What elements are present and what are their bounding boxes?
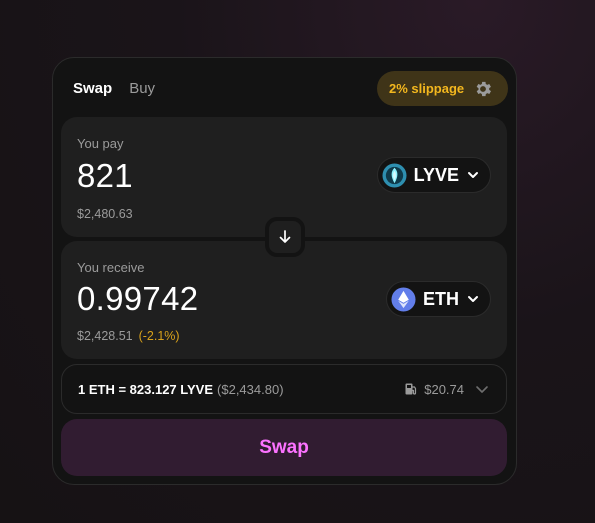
receive-panel: You receive 0.99742 $2,428.51 (-2.1%) ETH	[61, 241, 507, 359]
swap-button[interactable]: Swap	[61, 419, 507, 476]
slippage-label: 2% slippage	[389, 81, 465, 96]
receive-label: You receive	[77, 260, 145, 275]
gas-estimate: $20.74	[404, 381, 490, 397]
exchange-rate-usd: ($2,434.80)	[217, 381, 284, 397]
pay-amount-input[interactable]: 821	[77, 157, 133, 195]
slippage-settings-button[interactable]: 2% slippage	[377, 71, 508, 106]
receive-usd-value: $2,428.51	[77, 329, 133, 343]
gas-fee: $20.74	[424, 381, 464, 397]
pay-token-symbol: LYVE	[413, 164, 459, 185]
pay-label: You pay	[77, 136, 124, 151]
gear-icon	[476, 81, 492, 96]
chevron-down-icon[interactable]	[474, 381, 490, 397]
pay-usd-value: $2,480.63	[77, 207, 133, 221]
pay-token-selector[interactable]: LYVE	[376, 157, 491, 193]
receive-token-selector[interactable]: ETH	[386, 281, 491, 317]
receive-token-symbol: ETH	[423, 288, 459, 309]
eth-token-icon	[391, 286, 416, 312]
lyve-token-icon	[382, 162, 407, 188]
tab-bar: Swap Buy	[73, 80, 155, 97]
swap-widget: Swap Buy 2% slippage You pay 821 $2,480.…	[52, 57, 517, 485]
exchange-rate: 1 ETH = 823.127 LYVE	[78, 381, 214, 397]
tab-buy[interactable]: Buy	[129, 80, 155, 97]
rate-details-row[interactable]: 1 ETH = 823.127 LYVE ($2,434.80) $20.74	[61, 364, 507, 414]
tab-swap[interactable]: Swap	[73, 80, 112, 97]
chevron-down-icon	[468, 172, 478, 178]
arrow-down-icon	[279, 230, 291, 243]
switch-tokens-button[interactable]	[265, 217, 305, 257]
receive-amount-input[interactable]: 0.99742	[77, 280, 198, 318]
gas-pump-icon	[405, 383, 417, 395]
price-impact: (-2.1%)	[138, 329, 180, 343]
chevron-down-icon	[468, 296, 478, 302]
receive-usd-row: $2,428.51 (-2.1%)	[77, 329, 180, 343]
